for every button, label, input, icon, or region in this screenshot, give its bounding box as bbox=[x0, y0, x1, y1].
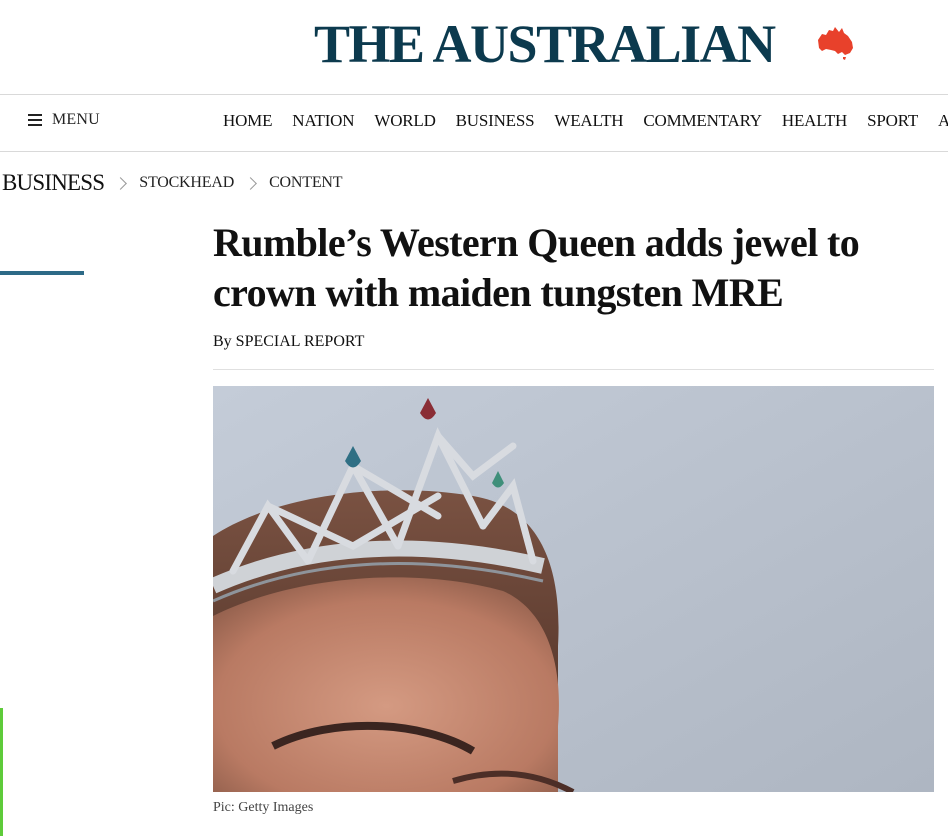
hero-image bbox=[213, 386, 934, 792]
nav-item-commentary[interactable]: COMMENTARY bbox=[643, 111, 762, 131]
nav-item-health[interactable]: HEALTH bbox=[782, 111, 847, 131]
image-caption: Pic: Getty Images bbox=[213, 800, 314, 815]
chevron-right-icon bbox=[114, 176, 128, 190]
article-byline: By SPECIAL REPORT bbox=[213, 333, 365, 350]
nav-item-sport[interactable]: SPORT bbox=[867, 111, 918, 131]
site-logo[interactable]: THE AUSTRALIAN bbox=[314, 14, 776, 74]
nav-item-nation[interactable]: NATION bbox=[292, 111, 354, 131]
nav-item-arts[interactable]: ARTS bbox=[938, 111, 948, 131]
australia-map-icon bbox=[818, 27, 853, 60]
nav-item-world[interactable]: WORLD bbox=[374, 111, 436, 131]
nav-item-wealth[interactable]: WEALTH bbox=[554, 111, 623, 131]
breadcrumb: BUSINESS STOCKHEAD CONTENT bbox=[2, 170, 343, 196]
breadcrumb-item-content[interactable]: CONTENT bbox=[269, 174, 342, 192]
menu-button[interactable]: MENU bbox=[28, 111, 100, 129]
hamburger-icon bbox=[28, 114, 42, 126]
article-headline: Rumble’s Western Queen adds jewel to cro… bbox=[213, 220, 860, 315]
nav-item-business[interactable]: BUSINESS bbox=[456, 111, 535, 131]
breadcrumb-item-stockhead[interactable]: STOCKHEAD bbox=[139, 174, 234, 192]
nav-item-home[interactable]: HOME bbox=[223, 111, 272, 131]
divider bbox=[213, 369, 934, 370]
side-decoration bbox=[0, 708, 3, 836]
main-nav: MENU HOME NATION WORLD BUSINESS WEALTH C… bbox=[0, 95, 948, 152]
menu-label: MENU bbox=[52, 111, 100, 128]
chevron-right-icon bbox=[244, 176, 257, 190]
masthead: THE AUSTRALIAN bbox=[0, 0, 948, 95]
hero-photo bbox=[213, 386, 934, 792]
section-accent-bar bbox=[0, 271, 84, 275]
nav-items: HOME NATION WORLD BUSINESS WEALTH COMMEN… bbox=[223, 111, 948, 131]
breadcrumb-section[interactable]: BUSINESS bbox=[2, 170, 105, 196]
